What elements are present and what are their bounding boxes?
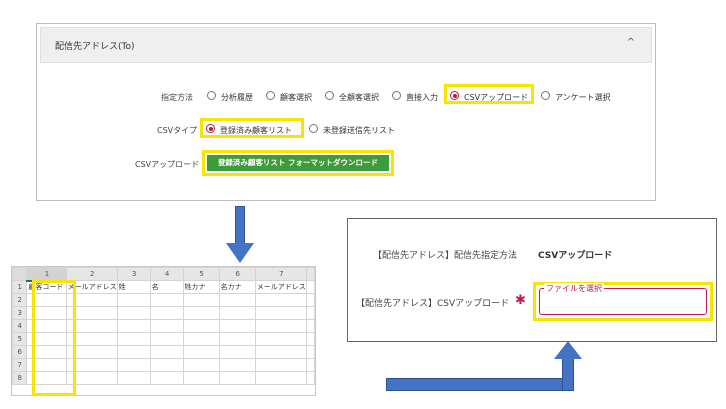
method-label: 指定方法 — [161, 93, 193, 102]
sheet-cell[interactable] — [254, 332, 307, 346]
row-header[interactable]: 4 — [12, 319, 28, 333]
method-form-label: 【配信先アドレス】配信先指定方法 — [373, 251, 518, 261]
row-header[interactable]: 2 — [12, 293, 28, 307]
sheet-cell[interactable] — [254, 306, 307, 320]
panel-title: 配信先アドレス(To) — [55, 42, 135, 52]
option-all-customers[interactable]: 全顧客選択 — [339, 92, 379, 103]
column-header[interactable]: 3 — [116, 267, 151, 281]
sheet-cell[interactable] — [182, 332, 220, 346]
sheet-cell[interactable] — [305, 293, 315, 307]
sheet-cell[interactable] — [116, 293, 151, 307]
sheet-cell[interactable] — [149, 332, 184, 346]
sheet-cell[interactable] — [218, 371, 256, 385]
header-cell-last-name[interactable]: 姓 — [116, 280, 151, 294]
sheet-cell[interactable] — [182, 293, 220, 307]
required-icon: ✱ — [515, 293, 526, 308]
sheet-cell[interactable] — [305, 345, 315, 359]
sheet-cell[interactable] — [116, 345, 151, 359]
sheet-cell[interactable] — [116, 358, 151, 372]
csv-upload-label: CSVアップロード — [135, 160, 200, 169]
option-registered-list[interactable]: 登録済み顧客リスト — [220, 125, 292, 136]
option-customer-select[interactable]: 顧客選択 — [280, 92, 312, 103]
sheet-cell[interactable] — [305, 306, 315, 320]
sheet-corner[interactable] — [12, 267, 28, 281]
header-cell-last-name-kana[interactable]: 姓カナ — [182, 280, 220, 294]
sheet-cell[interactable] — [218, 345, 256, 359]
radio-customer-select[interactable] — [266, 91, 275, 100]
sheet-cell[interactable] — [116, 319, 151, 333]
sheet-cell[interactable] — [182, 358, 220, 372]
sheet-cell[interactable] — [254, 358, 307, 372]
sheet-cell[interactable] — [218, 358, 256, 372]
column-header[interactable]: 1 — [26, 267, 67, 282]
sheet-cell[interactable] — [218, 306, 256, 320]
highlight-first-column — [32, 280, 76, 396]
row-header[interactable]: 6 — [12, 345, 28, 359]
radio-csv-upload[interactable] — [450, 91, 459, 100]
sheet-cell[interactable] — [305, 319, 315, 333]
sheet-cell[interactable] — [182, 345, 220, 359]
option-direct-input[interactable]: 直接入力 — [406, 92, 438, 103]
row-header[interactable]: 7 — [12, 358, 28, 372]
sheet-cell[interactable] — [305, 332, 315, 346]
sheet-cell[interactable] — [116, 332, 151, 346]
column-header[interactable]: 6 — [218, 267, 256, 281]
row-header[interactable]: 5 — [12, 332, 28, 346]
radio-unregistered-list[interactable] — [309, 124, 318, 133]
column-header[interactable]: 5 — [182, 267, 220, 281]
file-select-field[interactable]: ファイルを選択 — [539, 283, 707, 315]
sheet-cell[interactable] — [305, 358, 315, 372]
csv-type-label: CSVタイプ — [157, 126, 198, 135]
sheet-cell[interactable] — [182, 306, 220, 320]
sheet-cell[interactable] — [116, 306, 151, 320]
sheet-cell[interactable] — [254, 293, 307, 307]
method-form-value: CSVアップロード — [538, 251, 613, 261]
radio-survey-select[interactable] — [541, 91, 550, 100]
upload-form: 【配信先アドレス】配信先指定方法 CSVアップロード 【配信先アドレス】CSVア… — [347, 218, 717, 342]
row-header[interactable]: 3 — [12, 306, 28, 320]
option-survey-select[interactable]: アンケート選択 — [555, 92, 611, 103]
sheet-cell[interactable] — [218, 293, 256, 307]
row-header[interactable]: 1 — [12, 280, 28, 294]
sheet-cell[interactable] — [254, 371, 307, 385]
format-download-button[interactable]: 登録済み顧客リスト フォーマットダウンロード — [207, 155, 389, 171]
sheet-cell[interactable] — [149, 371, 184, 385]
row-header[interactable]: 8 — [12, 371, 28, 385]
sheet-cell[interactable] — [254, 319, 307, 333]
option-analysis-history[interactable]: 分析履歴 — [221, 92, 253, 103]
column-header[interactable]: 2 — [65, 267, 118, 281]
column-header[interactable]: 7 — [254, 267, 307, 281]
sheet-cell[interactable] — [149, 293, 184, 307]
sheet-cell[interactable] — [182, 319, 220, 333]
sheet-cell[interactable] — [149, 345, 184, 359]
option-csv-upload[interactable]: CSVアップロード — [464, 92, 528, 103]
file-select-placeholder: ファイルを選択 — [544, 283, 604, 294]
radio-direct-input[interactable] — [392, 91, 401, 100]
column-header[interactable] — [305, 267, 315, 281]
header-cell-first-name-kana[interactable]: 名カナ — [218, 280, 256, 294]
sheet-cell[interactable] — [305, 280, 315, 294]
radio-analysis-history[interactable] — [207, 91, 216, 100]
sheet-cell[interactable] — [305, 371, 315, 385]
sheet-cell[interactable] — [149, 358, 184, 372]
sheet-cell[interactable] — [254, 345, 307, 359]
upload-form-label: 【配信先アドレス】CSVアップロード — [356, 299, 510, 309]
sheet-cell[interactable] — [116, 371, 151, 385]
panel-header[interactable]: 配信先アドレス(To) ^ — [40, 27, 652, 63]
column-header[interactable]: 4 — [149, 267, 184, 281]
sheet-cell[interactable] — [218, 319, 256, 333]
chevron-up-icon[interactable]: ^ — [627, 37, 635, 48]
sheet-cell[interactable] — [182, 371, 220, 385]
radio-registered-list[interactable] — [206, 124, 215, 133]
radio-all-customers[interactable] — [325, 91, 334, 100]
option-unregistered-list[interactable]: 未登録送信先リスト — [323, 125, 395, 136]
sheet-cell[interactable] — [149, 319, 184, 333]
sheet-cell[interactable] — [218, 332, 256, 346]
sheet-cell[interactable] — [149, 306, 184, 320]
header-cell-first-name[interactable]: 名 — [149, 280, 184, 294]
header-cell-email-2[interactable]: メールアドレス — [254, 280, 307, 294]
recipient-address-panel: 配信先アドレス(To) ^ 指定方法 分析履歴 顧客選択 全顧客選択 直接入力 … — [36, 23, 656, 201]
